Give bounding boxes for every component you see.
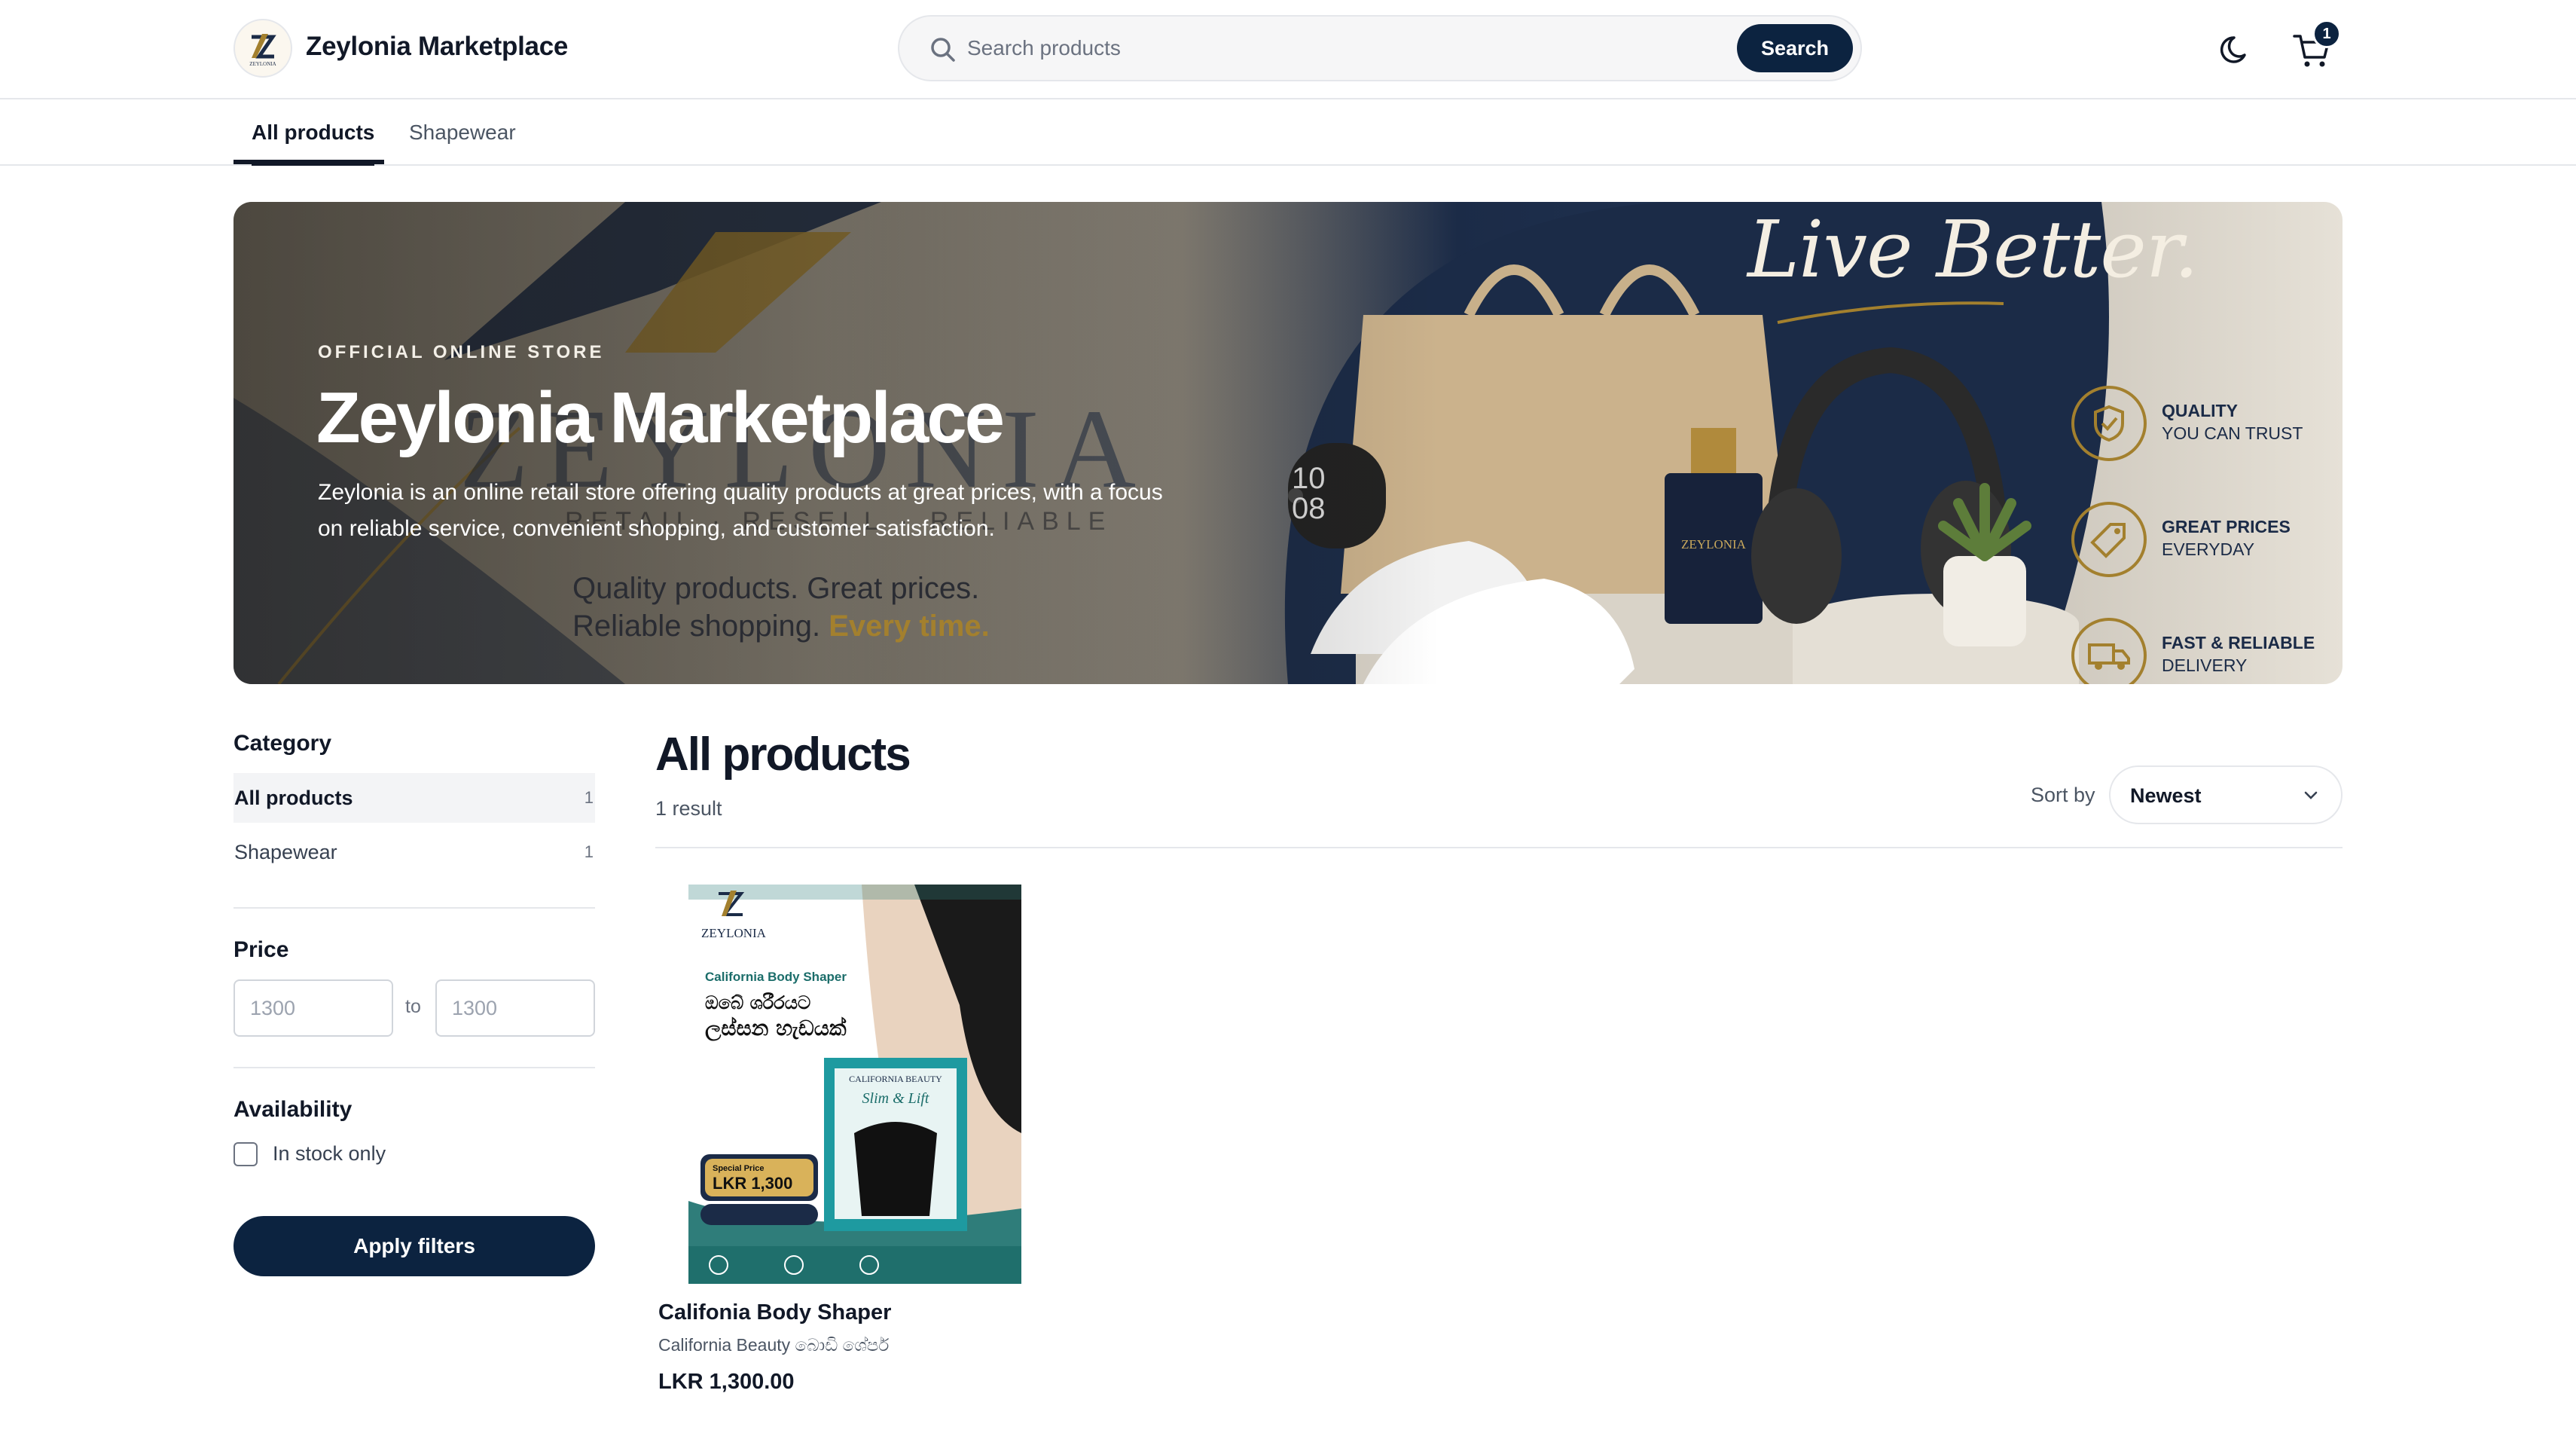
sort-value: Newest (2130, 784, 2202, 807)
in-stock-checkbox[interactable] (233, 1142, 258, 1166)
availability-heading: Availability (233, 1097, 353, 1122)
svg-text:ZEYLONIA: ZEYLONIA (249, 61, 276, 67)
cart-count-badge: 1 (2312, 20, 2341, 48)
product-image-special-label: Special Price (713, 1164, 765, 1173)
search-input[interactable] (967, 27, 1645, 69)
apply-filters-button[interactable]: Apply filters (233, 1216, 595, 1276)
shield-check-icon (2071, 386, 2147, 461)
in-stock-label[interactable]: In stock only (273, 1142, 386, 1166)
feature-delivery-line1: FAST & RELIABLE (2162, 633, 2315, 652)
price-tag-icon (2071, 502, 2147, 577)
product-image-special-price: LKR 1,300 (713, 1174, 792, 1193)
feature-prices-line2: EVERYDAY (2162, 539, 2255, 559)
price-heading: Price (233, 937, 289, 962)
category-heading: Category (233, 731, 332, 756)
filter-category-count: 1 (584, 842, 594, 861)
hero-title: Zeylonia Marketplace (316, 377, 1005, 458)
product-image[interactable]: ZEYLONIA California Body Shaper ඔබේ ශරීර… (688, 885, 1021, 1284)
feature-prices: GREAT PRICES EVERYDAY (2071, 502, 2327, 585)
logo-mark-icon: ZEYLONIA (249, 34, 276, 67)
tagline-line-2: Reliable shopping. Every time. (572, 607, 990, 645)
product-image-name: California Body Shaper (705, 970, 847, 984)
tab-all-products[interactable]: All products (252, 101, 375, 166)
sort-label: Sort by (2031, 784, 2095, 806)
chevron-down-icon (2304, 791, 2318, 799)
feature-quality-line2: YOU CAN TRUST (2162, 423, 2303, 443)
tagline-highlight: Every time. (829, 610, 990, 643)
product-price: LKR 1,300.00 (658, 1370, 795, 1394)
brand-name[interactable]: Zeylonia Marketplace (306, 32, 568, 62)
sort-select[interactable]: Newest (2109, 765, 2343, 824)
hero-description: Zeylonia is an online retail store offer… (318, 480, 1163, 541)
dark-mode-toggle-icon[interactable] (2219, 30, 2257, 68)
tab-shapewear[interactable]: Shapewear (409, 101, 516, 164)
hero-script-slogan: Live Better. (1747, 203, 2199, 295)
filter-category-label: Shapewear (234, 840, 337, 863)
filter-category-label: All products (234, 786, 353, 809)
product-name[interactable]: Califonia Body Shaper (658, 1300, 891, 1325)
sidebar-divider (233, 1067, 595, 1068)
search-bar: Search (898, 15, 1862, 81)
results-count: 1 result (655, 797, 722, 820)
search-button[interactable]: Search (1737, 24, 1853, 72)
feature-prices-line1: GREAT PRICES (2162, 517, 2291, 536)
results-divider (655, 847, 2343, 848)
product-image-brand: ZEYLONIA (701, 926, 767, 940)
feature-delivery-line2: DELIVERY (2162, 655, 2248, 675)
brand-logo[interactable]: ZEYLONIA (233, 19, 292, 78)
search-icon (931, 38, 955, 62)
price-range-separator: to (405, 996, 421, 1017)
product-image-art: ZEYLONIA California Body Shaper ඔබේ ශරීර… (688, 885, 1021, 1284)
site-header: ZEYLONIA Zeylonia Marketplace Search 1 (0, 0, 2576, 99)
sidebar-divider (233, 907, 595, 909)
truck-icon (2071, 618, 2147, 684)
price-max-input[interactable] (435, 979, 595, 1037)
product-image-headline-1: ඔබේ ශරීරයට (705, 992, 810, 1013)
tagline-line-2-text: Reliable shopping. (572, 610, 829, 643)
tagline-line-1: Quality products. Great prices. (572, 572, 980, 605)
results-title: All products (655, 729, 911, 781)
product-box-name: Slim & Lift (862, 1090, 929, 1107)
svg-text:ZEYLONIA: ZEYLONIA (1681, 537, 1747, 552)
filter-category-count: 1 (584, 788, 594, 807)
product-image-headline-2: ලස්සන හැඩයක් (705, 1016, 847, 1041)
price-min-input[interactable] (233, 979, 393, 1037)
hero-banner: ZEYLONIA RETAIL · RESELL · RELIABLE 10 0… (233, 202, 2343, 684)
feature-quality: QUALITY YOU CAN TRUST (2071, 386, 2327, 469)
feature-delivery: FAST & RELIABLE DELIVERY (2071, 618, 2327, 684)
category-nav: All products Shapewear (0, 101, 2576, 166)
filter-category-all-products[interactable]: All products 1 (233, 773, 595, 823)
active-tab-indicator (233, 160, 384, 164)
hero-eyebrow: OFFICIAL ONLINE STORE (318, 342, 605, 362)
filter-category-shapewear[interactable]: Shapewear 1 (233, 827, 595, 877)
hero-tagline: Quality products. Great prices. Reliable… (572, 570, 990, 645)
product-box-brand: CALIFORNIA BEAUTY (849, 1074, 942, 1084)
product-subtitle: California Beauty බොඩි ශේපර් (658, 1335, 890, 1355)
feature-quality-line1: QUALITY (2162, 401, 2238, 420)
